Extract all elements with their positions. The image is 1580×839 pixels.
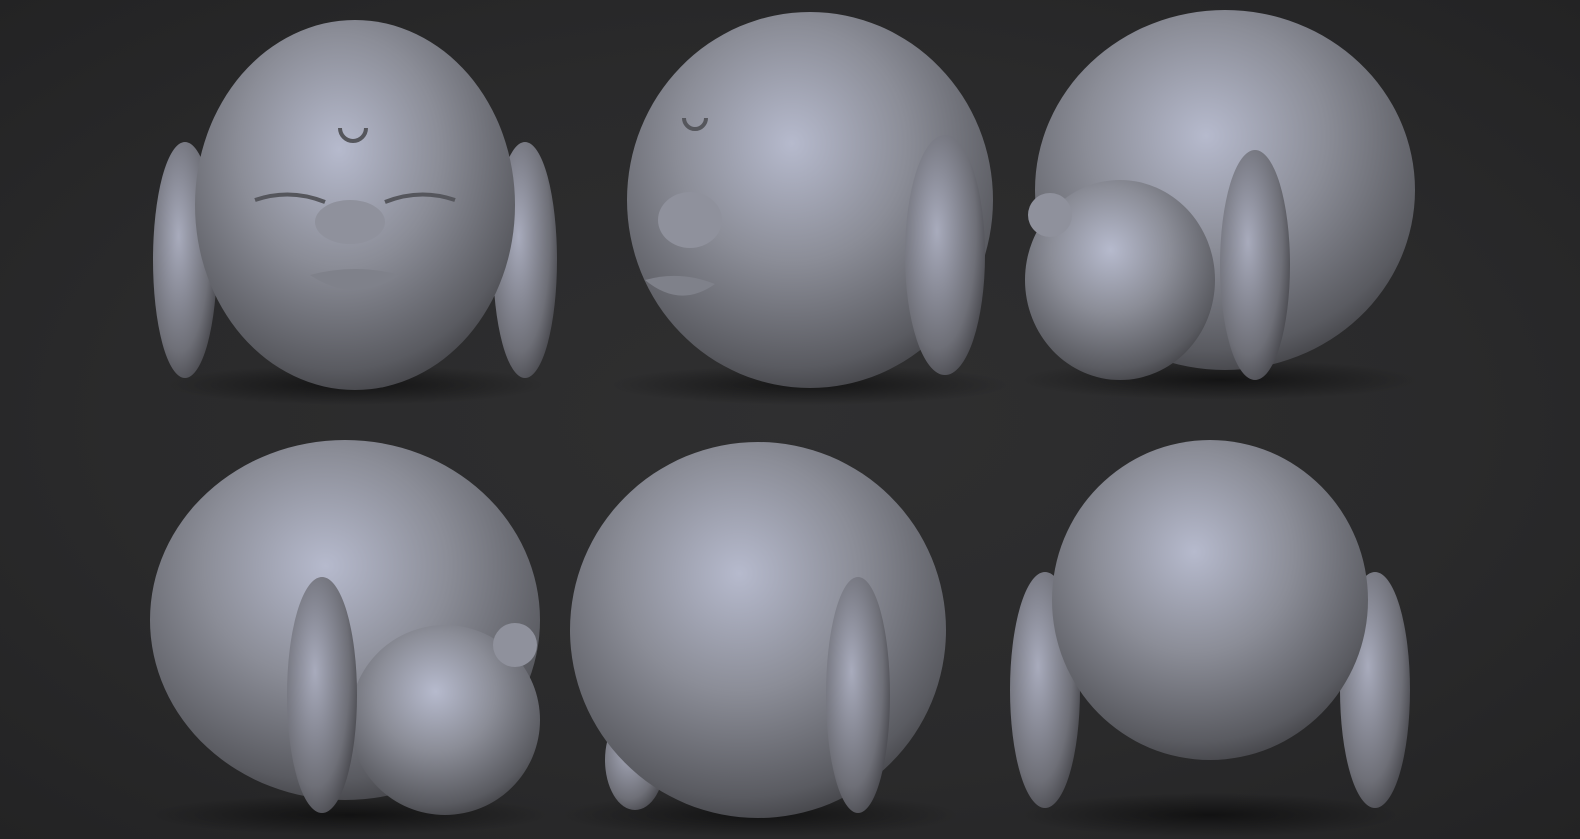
sculpt-turnaround — [150, 10, 1420, 837]
head-shape — [1052, 440, 1368, 760]
render-viewport — [0, 0, 1580, 839]
head-shape — [570, 442, 946, 818]
head-side-view-left — [1020, 10, 1420, 400]
ear — [826, 577, 890, 813]
head-side-view-right — [150, 440, 550, 835]
head-back-view — [1010, 440, 1410, 837]
ear — [905, 135, 985, 375]
head-three-quarter-view — [610, 12, 1010, 405]
head-front-view — [153, 20, 557, 405]
ear — [1220, 150, 1290, 380]
head-rear-three-quarter-view — [560, 442, 960, 837]
ear — [287, 577, 357, 813]
